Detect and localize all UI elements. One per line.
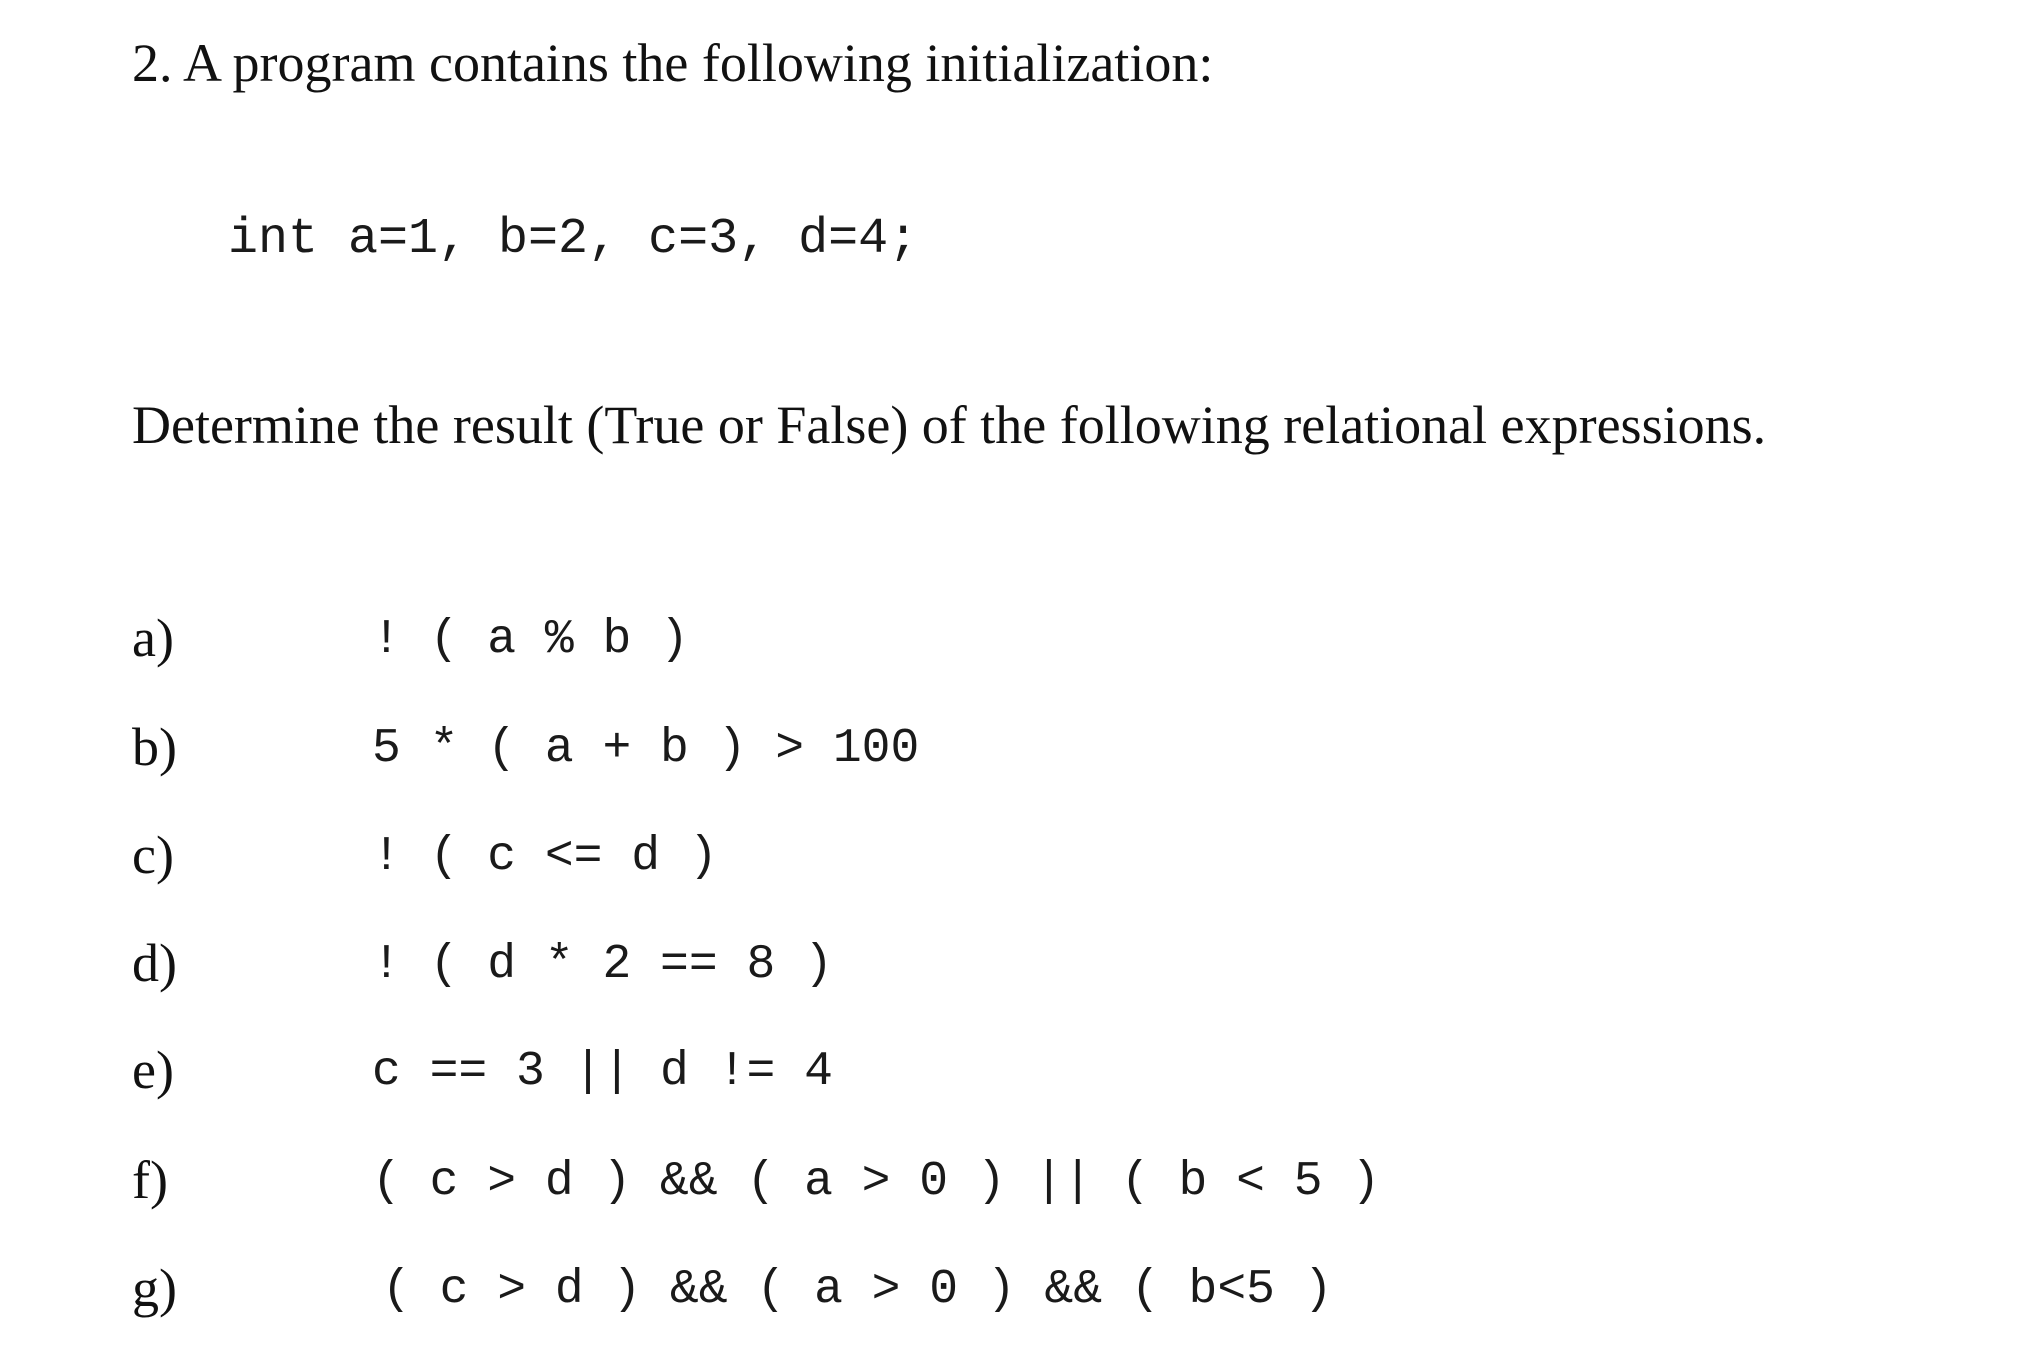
- instruction-text: Determine the result (True or False) of …: [132, 395, 1767, 455]
- question-expression: ( c > d ) && ( a > 0 ) && ( b<5 ): [382, 1263, 1333, 1317]
- question-item: e) c == 3 || d != 4: [0, 1035, 2024, 1115]
- question-expression: ( c > d ) && ( a > 0 ) || ( b < 5 ): [372, 1155, 1381, 1209]
- question-expression: c == 3 || d != 4: [372, 1045, 833, 1099]
- question-label: f): [132, 1150, 168, 1210]
- question-label: d): [132, 933, 177, 993]
- question-item: g) ( c > d ) && ( a > 0 ) && ( b<5 ): [0, 1253, 2024, 1333]
- initialization-code: int a=1, b=2, c=3, d=4;: [228, 211, 919, 268]
- question-item: d) ! ( d * 2 == 8 ): [0, 928, 2024, 1008]
- question-label: g): [132, 1258, 177, 1318]
- question-item: a) ! ( a % b ): [0, 603, 2024, 683]
- problem-title: 2. A program contains the following init…: [132, 33, 1214, 93]
- question-expression: ! ( a % b ): [372, 613, 689, 667]
- question-item: b) 5 * ( a + b ) > 100: [0, 712, 2024, 792]
- question-label: c): [132, 825, 174, 885]
- question-expression: ! ( d * 2 == 8 ): [372, 938, 833, 992]
- question-label: b): [132, 717, 177, 777]
- question-item: c) ! ( c <= d ): [0, 820, 2024, 900]
- question-label: e): [132, 1040, 174, 1100]
- question-expression: 5 * ( a + b ) > 100: [372, 722, 920, 776]
- question-label: a): [132, 608, 174, 668]
- question-expression: ! ( c <= d ): [372, 830, 718, 884]
- question-item: f) ( c > d ) && ( a > 0 ) || ( b < 5 ): [0, 1145, 2024, 1225]
